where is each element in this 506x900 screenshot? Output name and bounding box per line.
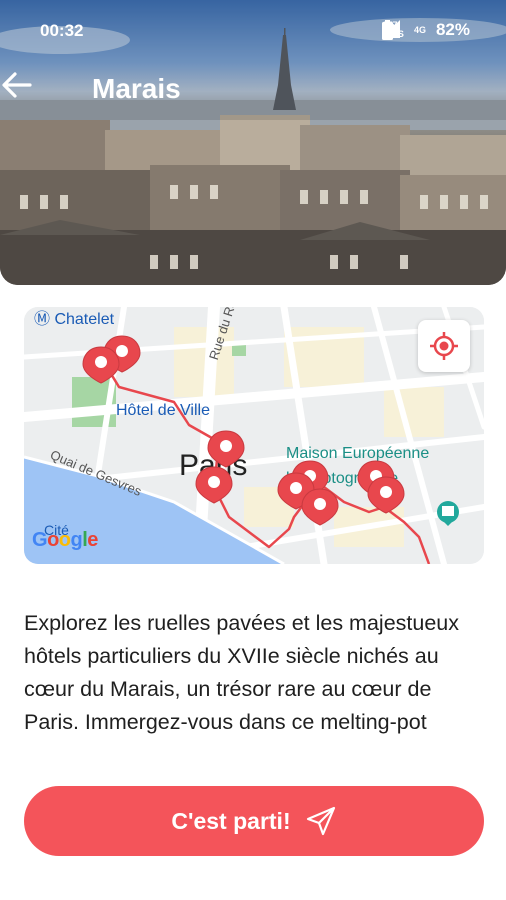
battery-icon	[382, 20, 394, 40]
start-tour-button[interactable]: C'est parti!	[24, 786, 484, 856]
locate-button[interactable]	[418, 320, 470, 372]
google-logo: Google	[32, 529, 98, 551]
tour-description: Explorez les ruelles pavées et les majes…	[24, 611, 459, 734]
map-canvas	[24, 307, 484, 564]
status-time: 00:32	[40, 21, 84, 40]
status-icons: 377KB/S 4G 82%	[382, 20, 470, 40]
status-bar: 00:32 377KB/S 4G 82%	[0, 0, 506, 60]
page-title: Marais	[92, 73, 181, 104]
start-tour-label: C'est parti!	[171, 807, 291, 834]
header-image: 00:32 377KB/S 4G 82%	[0, 0, 506, 285]
map-label-chatelet: Ⓜ Chatelet	[34, 311, 115, 328]
battery-percent: 82%	[435, 20, 470, 39]
route-map[interactable]: Ⓜ Chatelet Hôtel de Ville Rue du Renard …	[24, 307, 484, 564]
map-label-maison-2: la Photographie	[286, 470, 399, 487]
my-location-icon	[430, 332, 458, 360]
map-label-maison-1: Maison Européenne	[286, 445, 430, 462]
arrow-left-icon[interactable]	[0, 70, 34, 100]
signal-indicator: 4G	[382, 20, 426, 38]
map-label-paris: Paris	[179, 449, 248, 482]
map-label-hotel-de-ville: Hôtel de Ville	[116, 402, 210, 419]
app-bar: Marais	[0, 70, 506, 112]
send-icon	[306, 806, 335, 836]
